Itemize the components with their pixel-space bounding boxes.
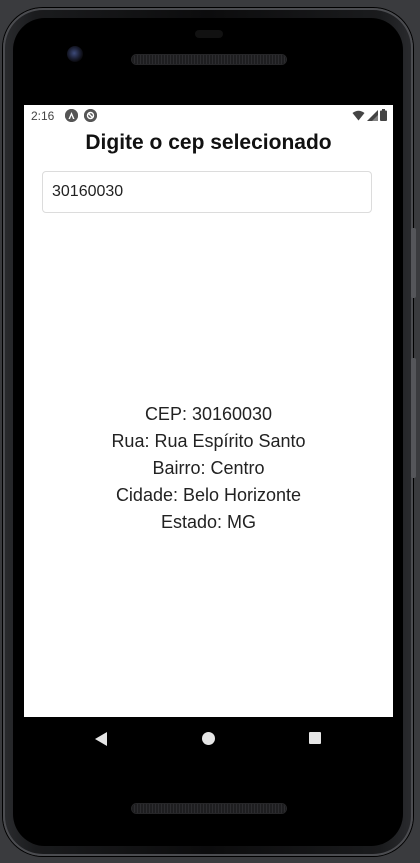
volume-button[interactable] [411,358,416,478]
app-screen: 2:16 Digite o cep selecionado CEP: 30160… [24,105,393,717]
top-speaker-grille [132,55,286,64]
status-time: 2:16 [31,109,55,123]
recents-square-icon[interactable] [308,731,322,750]
power-button[interactable] [411,228,416,298]
status-indicators [352,109,387,124]
back-triangle-icon[interactable] [94,731,108,752]
signal-icon [367,109,378,124]
navigation-bar [24,717,393,763]
cep-text: CEP: 30160030 [144,404,273,424]
sensor-slot [195,30,223,38]
wifi-icon [352,110,365,124]
home-circle-icon[interactable] [201,731,216,751]
sync-icon [84,109,97,122]
a-logo-icon [65,109,78,122]
cidade-text: Cidade: Belo Horizonte [115,485,302,505]
address-info: CEP: 30160030 Rua: Rua Espírito Santo Ba… [24,401,393,536]
bottom-speaker-grille [132,804,286,813]
bairro-text: Bairro: Centro [152,458,265,478]
battery-icon [380,109,387,124]
status-bar: 2:16 [24,105,393,127]
rua-text: Rua: Rua Espírito Santo [111,431,306,451]
page-title: Digite o cep selecionado [85,131,332,154]
front-camera-icon [67,46,83,62]
cep-input[interactable] [42,171,372,213]
estado-text: Estado: MG [160,512,257,532]
